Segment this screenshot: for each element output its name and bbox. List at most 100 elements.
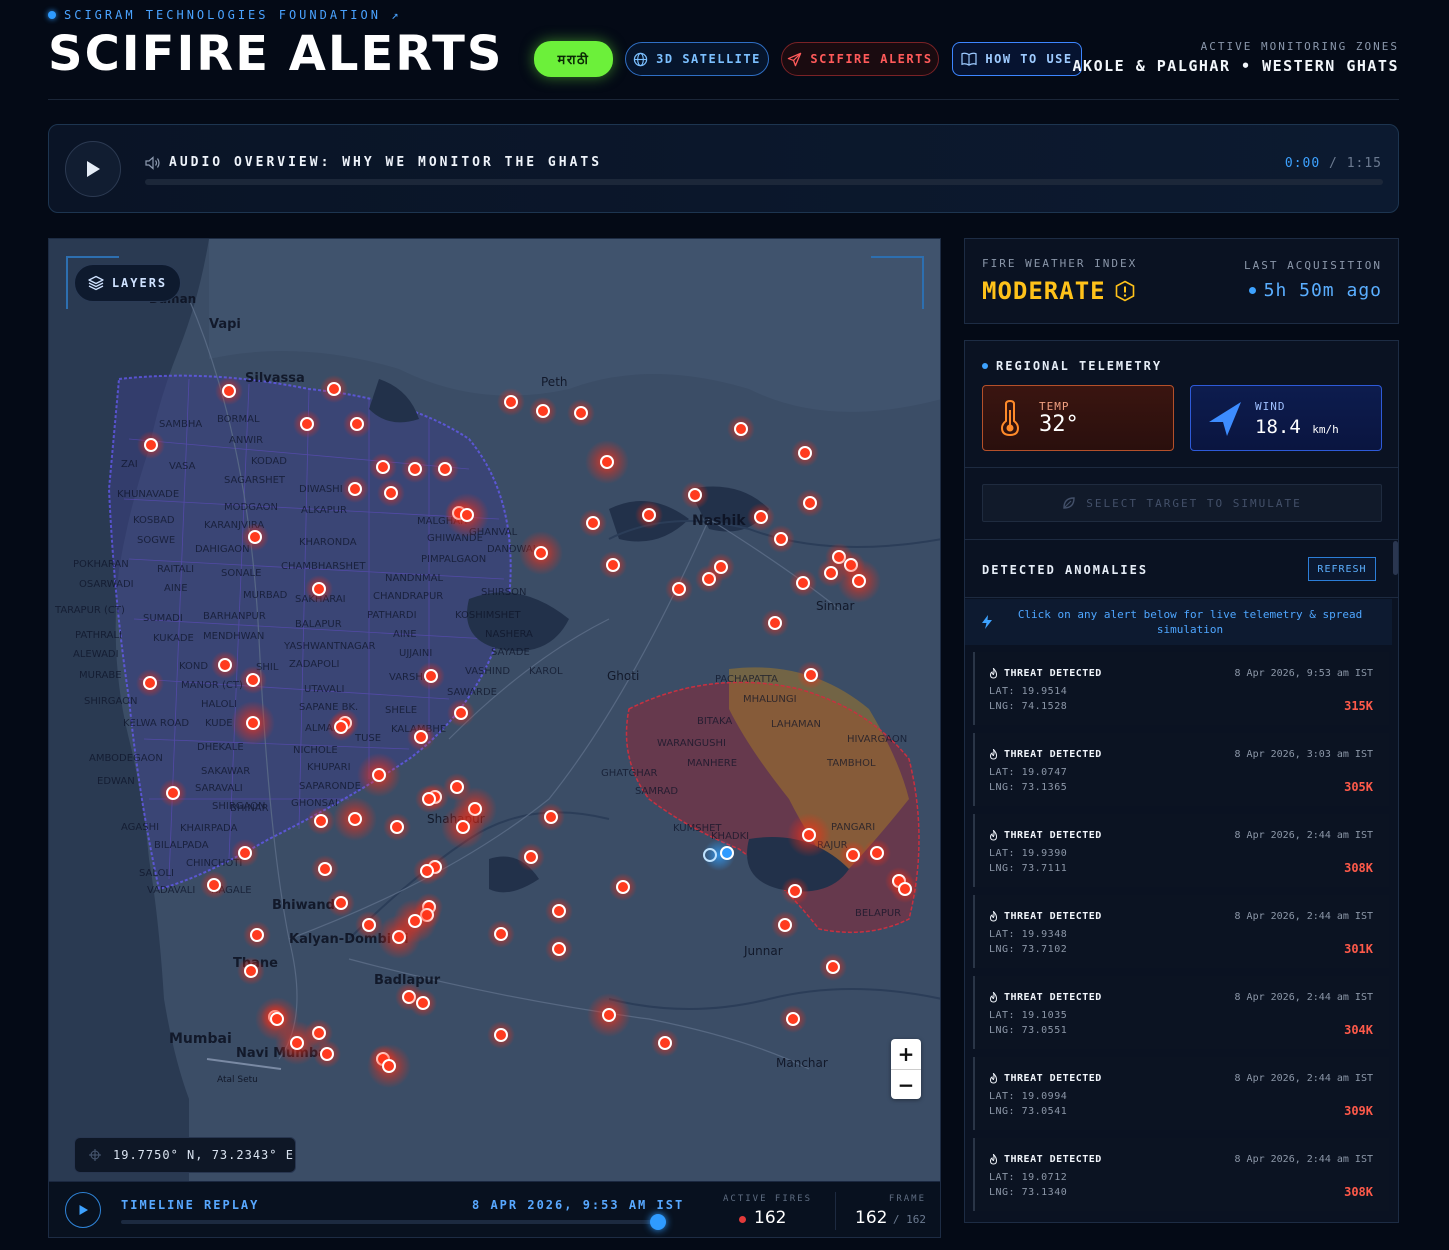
timeline-play-button[interactable] bbox=[65, 1192, 101, 1228]
fire-marker[interactable] bbox=[688, 488, 702, 502]
audio-progress-track[interactable] bbox=[145, 179, 1383, 185]
fire-marker[interactable] bbox=[143, 676, 157, 690]
fire-marker[interactable] bbox=[144, 438, 158, 452]
fire-marker[interactable] bbox=[408, 914, 422, 928]
fire-marker[interactable] bbox=[348, 812, 362, 826]
fire-marker[interactable] bbox=[524, 850, 538, 864]
fire-marker[interactable] bbox=[408, 462, 422, 476]
zoom-out-button[interactable]: − bbox=[891, 1070, 921, 1100]
fire-marker[interactable] bbox=[218, 658, 232, 672]
fire-marker[interactable] bbox=[754, 510, 768, 524]
fire-marker[interactable] bbox=[552, 904, 566, 918]
map-canvas[interactable]: Daman Vapi Silvassa Peth Nashik Sinnar G… bbox=[49, 239, 941, 1238]
refresh-button[interactable]: REFRESH bbox=[1308, 557, 1376, 581]
fire-marker[interactable] bbox=[456, 820, 470, 834]
language-button[interactable]: मराठी bbox=[534, 41, 613, 77]
fire-marker[interactable] bbox=[416, 996, 430, 1010]
fire-marker[interactable] bbox=[586, 516, 600, 530]
fire-marker[interactable] bbox=[672, 582, 686, 596]
fire-marker[interactable] bbox=[796, 576, 810, 590]
alert-item[interactable]: THREAT DETECTED 8 Apr 2026, 2:44 am IST … bbox=[973, 1138, 1389, 1211]
fire-marker[interactable] bbox=[778, 918, 792, 932]
fire-marker[interactable] bbox=[774, 532, 788, 546]
fire-marker[interactable] bbox=[658, 1036, 672, 1050]
fire-marker[interactable] bbox=[606, 558, 620, 572]
simulate-button[interactable]: SELECT TARGET TO SIMULATE bbox=[982, 484, 1382, 522]
fire-marker[interactable] bbox=[574, 406, 588, 420]
fire-marker[interactable] bbox=[898, 882, 912, 896]
fire-marker[interactable] bbox=[504, 395, 518, 409]
fire-marker[interactable] bbox=[616, 880, 630, 894]
fire-marker[interactable] bbox=[244, 964, 258, 978]
fire-marker[interactable] bbox=[824, 566, 838, 580]
fire-marker[interactable] bbox=[460, 508, 474, 522]
fire-marker[interactable] bbox=[494, 1028, 508, 1042]
alert-item[interactable]: THREAT DETECTED 8 Apr 2026, 9:53 am IST … bbox=[973, 652, 1389, 725]
fire-marker[interactable] bbox=[803, 496, 817, 510]
timeline-slider-handle[interactable] bbox=[650, 1214, 666, 1230]
org-link[interactable]: SCIGRAM TECHNOLOGIES FOUNDATION ↗ bbox=[48, 8, 401, 22]
fire-marker[interactable] bbox=[786, 1012, 800, 1026]
zoom-in-button[interactable]: + bbox=[891, 1039, 921, 1069]
alert-item[interactable]: THREAT DETECTED 8 Apr 2026, 2:44 am IST … bbox=[973, 976, 1389, 1049]
fire-marker[interactable] bbox=[207, 878, 221, 892]
fire-marker[interactable] bbox=[734, 422, 748, 436]
fire-marker[interactable] bbox=[714, 560, 728, 574]
alert-item[interactable]: THREAT DETECTED 8 Apr 2026, 2:44 am IST … bbox=[973, 1057, 1389, 1130]
fire-marker[interactable] bbox=[348, 482, 362, 496]
fire-marker[interactable] bbox=[870, 846, 884, 860]
fire-marker[interactable] bbox=[544, 810, 558, 824]
fire-marker[interactable] bbox=[320, 1047, 334, 1061]
fire-marker[interactable] bbox=[642, 508, 656, 522]
fire-marker[interactable] bbox=[166, 786, 180, 800]
fire-marker[interactable] bbox=[438, 462, 452, 476]
fire-marker[interactable] bbox=[804, 668, 818, 682]
fire-marker[interactable] bbox=[420, 864, 434, 878]
fire-marker[interactable] bbox=[768, 616, 782, 630]
fire-marker[interactable] bbox=[382, 1059, 396, 1073]
timeline-slider-track[interactable] bbox=[121, 1220, 661, 1224]
fire-marker[interactable] bbox=[222, 384, 236, 398]
fire-marker[interactable] bbox=[350, 417, 364, 431]
fire-marker[interactable] bbox=[270, 1012, 284, 1026]
fire-marker[interactable] bbox=[246, 673, 260, 687]
fire-map[interactable]: Daman Vapi Silvassa Peth Nashik Sinnar G… bbox=[48, 238, 941, 1238]
fire-marker[interactable] bbox=[552, 942, 566, 956]
fire-marker[interactable] bbox=[376, 460, 390, 474]
fire-marker[interactable] bbox=[494, 927, 508, 941]
fire-marker[interactable] bbox=[246, 716, 260, 730]
fire-marker[interactable] bbox=[534, 546, 548, 560]
fire-marker[interactable] bbox=[334, 896, 348, 910]
satellite-button[interactable]: 3D SATELLITE bbox=[625, 42, 769, 76]
scrollbar[interactable] bbox=[1393, 541, 1398, 575]
fire-marker[interactable] bbox=[300, 417, 314, 431]
fire-marker[interactable] bbox=[802, 828, 816, 842]
fire-marker[interactable] bbox=[852, 574, 866, 588]
scifire-alerts-button[interactable]: SCIFIRE ALERTS bbox=[781, 42, 939, 76]
fire-marker[interactable] bbox=[450, 780, 464, 794]
fire-marker[interactable] bbox=[312, 582, 326, 596]
fire-marker[interactable] bbox=[536, 404, 550, 418]
fire-marker[interactable] bbox=[318, 862, 332, 876]
fire-marker[interactable] bbox=[314, 814, 328, 828]
fire-marker[interactable] bbox=[798, 446, 812, 460]
fire-marker[interactable] bbox=[250, 928, 264, 942]
fire-marker[interactable] bbox=[826, 960, 840, 974]
fire-marker[interactable] bbox=[248, 530, 262, 544]
fire-marker[interactable] bbox=[384, 486, 398, 500]
how-to-use-button[interactable]: HOW TO USE bbox=[952, 42, 1082, 76]
fire-marker[interactable] bbox=[290, 1036, 304, 1050]
audio-play-button[interactable] bbox=[65, 141, 121, 197]
fire-marker[interactable] bbox=[602, 1008, 616, 1022]
fire-marker[interactable] bbox=[334, 720, 348, 734]
fire-marker[interactable] bbox=[422, 792, 436, 806]
fire-marker[interactable] bbox=[327, 382, 341, 396]
fire-marker[interactable] bbox=[454, 706, 468, 720]
alert-item[interactable]: THREAT DETECTED 8 Apr 2026, 3:03 am IST … bbox=[973, 733, 1389, 806]
fire-marker[interactable] bbox=[238, 846, 252, 860]
fire-marker[interactable] bbox=[600, 455, 614, 469]
alert-item[interactable]: THREAT DETECTED 8 Apr 2026, 2:44 am IST … bbox=[973, 895, 1389, 968]
fire-marker[interactable] bbox=[390, 820, 404, 834]
fire-marker[interactable] bbox=[846, 848, 860, 862]
fire-marker[interactable] bbox=[788, 884, 802, 898]
